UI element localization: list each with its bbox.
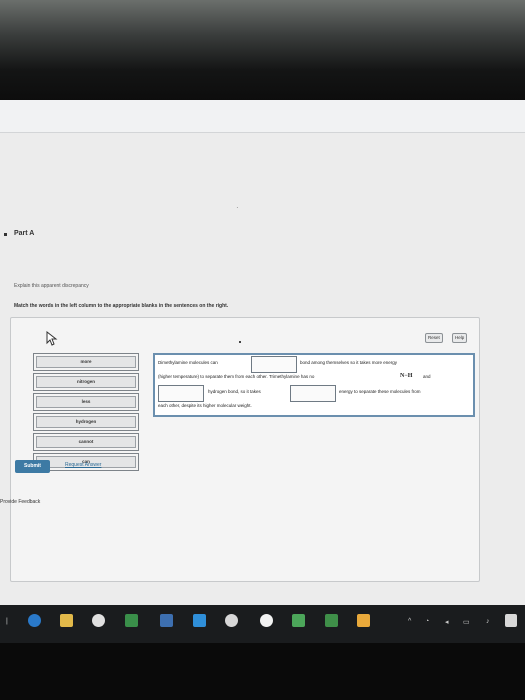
blank-1-dropzone[interactable] xyxy=(251,356,297,373)
sentence-text-7: each other, despite its higher molecular… xyxy=(158,403,252,408)
blank-3-dropzone[interactable] xyxy=(290,385,336,402)
page-header-bar xyxy=(0,100,525,133)
monitor-bezel-top xyxy=(0,0,525,100)
store-app-icon[interactable] xyxy=(357,614,370,627)
request-answer-link[interactable]: Request Answer xyxy=(65,462,101,468)
word-tile-hydrogen[interactable]: hydrogen xyxy=(33,413,139,431)
browser-screen: · Part A Explain this apparent discrepan… xyxy=(0,100,525,605)
taskbar: | ^ ◔ ◂ ▭ ♪ xyxy=(0,605,525,643)
volume-icon[interactable]: ◂ xyxy=(445,618,449,626)
document-app-icon[interactable] xyxy=(292,614,305,627)
action-center-icon[interactable] xyxy=(505,614,517,627)
calendar-app-icon[interactable] xyxy=(125,614,138,627)
network-icon[interactable]: ◔ xyxy=(425,618,429,625)
part-title[interactable]: Part A xyxy=(14,230,34,237)
taskbar-separator-icon: | xyxy=(6,618,8,625)
instruction-line-1: Explain this apparent discrepancy xyxy=(14,283,89,289)
sentence-text-4: and xyxy=(423,374,431,379)
tray-chevron-icon[interactable]: ^ xyxy=(408,618,411,625)
provide-feedback-link[interactable]: Provide Feedback xyxy=(0,499,40,505)
word-tile-cannot[interactable]: cannot xyxy=(33,433,139,451)
help-button[interactable]: Help xyxy=(452,333,468,343)
chrome-icon[interactable] xyxy=(92,614,105,627)
submit-button[interactable]: Submit xyxy=(15,460,50,473)
balloon-app-icon[interactable] xyxy=(225,614,238,627)
sentence-text-2: bond among themselves so it takes more e… xyxy=(300,360,398,365)
edge-browser-icon[interactable] xyxy=(28,614,41,627)
reset-button[interactable]: Reset xyxy=(425,333,443,343)
notification-icon[interactable]: ♪ xyxy=(486,618,490,625)
formula-n-h: N−H xyxy=(400,373,413,379)
monitor-bezel-bottom xyxy=(0,643,525,700)
sentence-text-1: Dimethylamine molecules can xyxy=(158,360,218,365)
sentence-text-5: hydrogen bond, so it takes xyxy=(208,389,261,394)
cursor-speck-icon: · xyxy=(236,203,239,212)
part-bullet-icon xyxy=(4,233,7,236)
settings-gear-icon[interactable] xyxy=(260,614,273,627)
sentence-text-6: energy to separate these molecules from xyxy=(339,389,421,394)
word-tile-less[interactable]: less xyxy=(33,393,139,411)
bird-app-icon[interactable] xyxy=(193,614,206,627)
battery-icon[interactable]: ▭ xyxy=(463,618,470,626)
media-app-icon[interactable] xyxy=(325,614,338,627)
word-tile-more[interactable]: more xyxy=(33,353,139,371)
photos-app-icon[interactable] xyxy=(160,614,173,627)
sentence-box: Dimethylamine molecules can bond among t… xyxy=(153,353,475,417)
mouse-pointer-icon xyxy=(46,331,58,346)
blank-2-dropzone[interactable] xyxy=(158,385,204,402)
dot-marker xyxy=(239,341,241,343)
matching-panel: Reset Help more nitrogen less hydrogen c… xyxy=(10,317,480,582)
file-explorer-icon[interactable] xyxy=(60,614,73,627)
sentence-text-3: (higher temperature) to separate them fr… xyxy=(158,374,315,379)
word-tile-nitrogen[interactable]: nitrogen xyxy=(33,373,139,391)
instruction-line-2: Match the words in the left column to th… xyxy=(14,303,229,309)
